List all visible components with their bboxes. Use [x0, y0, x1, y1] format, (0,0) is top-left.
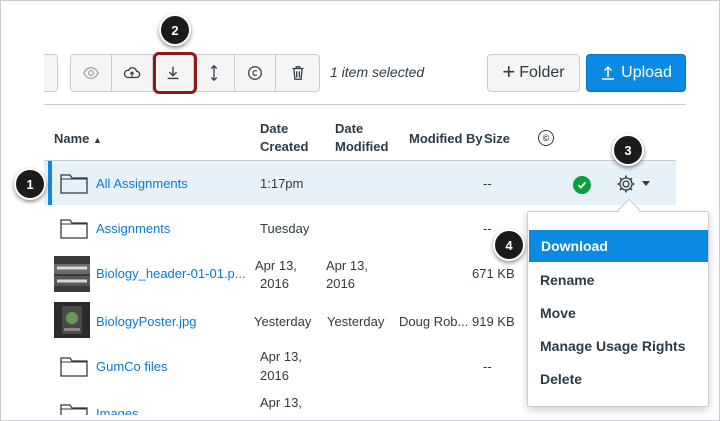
date-created-line2: 2016 [260, 368, 289, 383]
file-name-link[interactable]: Biology_header-01-01.p... [96, 264, 246, 284]
menu-item-move[interactable]: Move [528, 297, 708, 329]
view-button[interactable] [71, 55, 112, 91]
date-modified-line2: 2016 [326, 276, 355, 291]
move-button[interactable] [194, 55, 235, 91]
header-usage-rights-icon[interactable]: © [538, 130, 554, 146]
header-name-label: Name [54, 131, 90, 146]
file-size: 671 KB [472, 266, 515, 281]
date-created: 1:17pm [260, 176, 304, 191]
selection-count: 1 item selected [330, 64, 425, 80]
chevron-down-icon[interactable] [642, 181, 650, 186]
file-size: -- [483, 221, 492, 236]
callout-4: 4 [493, 229, 525, 261]
date-modified-line1: Apr 13, [326, 258, 368, 273]
file-size: -- [483, 176, 492, 191]
publish-button[interactable] [112, 55, 153, 91]
menu-item-rename[interactable]: Rename [528, 264, 708, 296]
file-name-link[interactable]: Images [96, 404, 139, 415]
trash-icon [292, 66, 303, 80]
folder-icon [60, 404, 88, 415]
eye-icon [83, 66, 99, 80]
usage-rights-button[interactable] [235, 55, 276, 91]
date-created-line1: Apr 13, [260, 349, 302, 364]
header-name[interactable]: Name ▲ [54, 130, 102, 149]
selected-indicator [48, 161, 52, 205]
date-created: Yesterday [254, 314, 312, 329]
upload-icon [602, 65, 615, 80]
header-modified-by[interactable]: Modified By [409, 130, 483, 148]
header-date-modified[interactable]: Date Modified [335, 120, 395, 156]
file-size: 919 KB [472, 314, 515, 329]
callout-2: 2 [159, 14, 191, 46]
gear-icon[interactable] [616, 174, 636, 194]
date-modified: Yesterday [327, 314, 385, 329]
file-name-link[interactable]: Assignments [96, 219, 170, 239]
copyright-icon [248, 66, 262, 80]
plus-icon: + [502, 59, 516, 84]
delete-button[interactable] [276, 55, 319, 91]
menu-item-download[interactable]: Download [529, 230, 708, 262]
file-name-link[interactable]: BiologyPoster.jpg [96, 312, 196, 332]
menu-item-manage-usage-rights[interactable]: Manage Usage Rights [528, 330, 708, 362]
date-created-line2: 2016 [260, 276, 289, 291]
folder-button-label: Folder [519, 64, 565, 81]
move-vertical-icon [210, 64, 218, 82]
header-date-created[interactable]: Date Created [260, 120, 320, 156]
download-highlight [153, 52, 197, 94]
file-name-link[interactable]: All Assignments [96, 174, 188, 194]
date-created: Tuesday [260, 221, 310, 236]
file-name-link[interactable]: GumCo files [96, 357, 168, 377]
cloud-icon [123, 67, 141, 79]
toolbar-left-button[interactable] [44, 54, 58, 92]
folder-icon [60, 357, 88, 377]
sort-ascending-icon: ▲ [93, 135, 102, 145]
upload-button-label: Upload [621, 64, 672, 81]
add-folder-button[interactable]: + Folder [487, 54, 580, 92]
modified-by: Doug Rob... [399, 314, 469, 329]
menu-item-delete[interactable]: Delete [528, 363, 708, 395]
date-created-line1: Apr 13, [255, 258, 297, 273]
file-size: -- [483, 359, 492, 374]
date-created-line1: Apr 13, [260, 395, 302, 410]
file-actions-menu: Download Rename Move Manage Usage Rights… [527, 211, 709, 407]
callout-1: 1 [14, 168, 46, 200]
toolbar-divider [44, 104, 686, 105]
image-thumbnail [54, 256, 90, 292]
upload-button[interactable]: Upload [586, 54, 686, 92]
header-size[interactable]: Size [484, 130, 510, 148]
image-thumbnail [54, 302, 90, 338]
callout-3: 3 [612, 134, 644, 166]
published-check-icon[interactable] [573, 176, 591, 194]
folder-icon [60, 219, 88, 239]
folder-icon [60, 174, 88, 194]
